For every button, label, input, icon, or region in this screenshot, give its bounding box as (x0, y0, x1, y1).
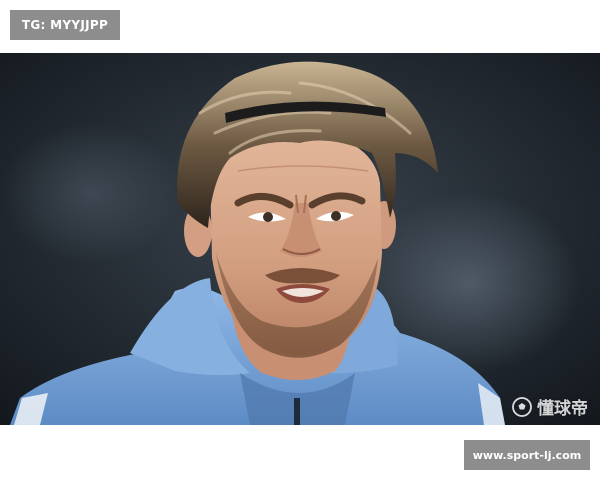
player-portrait-illustration (0, 53, 600, 425)
top-label-tag: TG: MYYJJPP (10, 10, 120, 40)
top-label-text: TG: MYYJJPP (21, 18, 109, 32)
website-url-text: www.sport-lj.com (472, 448, 582, 462)
watermark-text: 懂球帝 (537, 399, 588, 419)
player-photo: 懂球帝 (0, 53, 600, 425)
football-icon (512, 396, 532, 417)
watermark: 懂球帝 (512, 394, 588, 419)
website-url-tag: www.sport-lj.com (464, 440, 590, 470)
